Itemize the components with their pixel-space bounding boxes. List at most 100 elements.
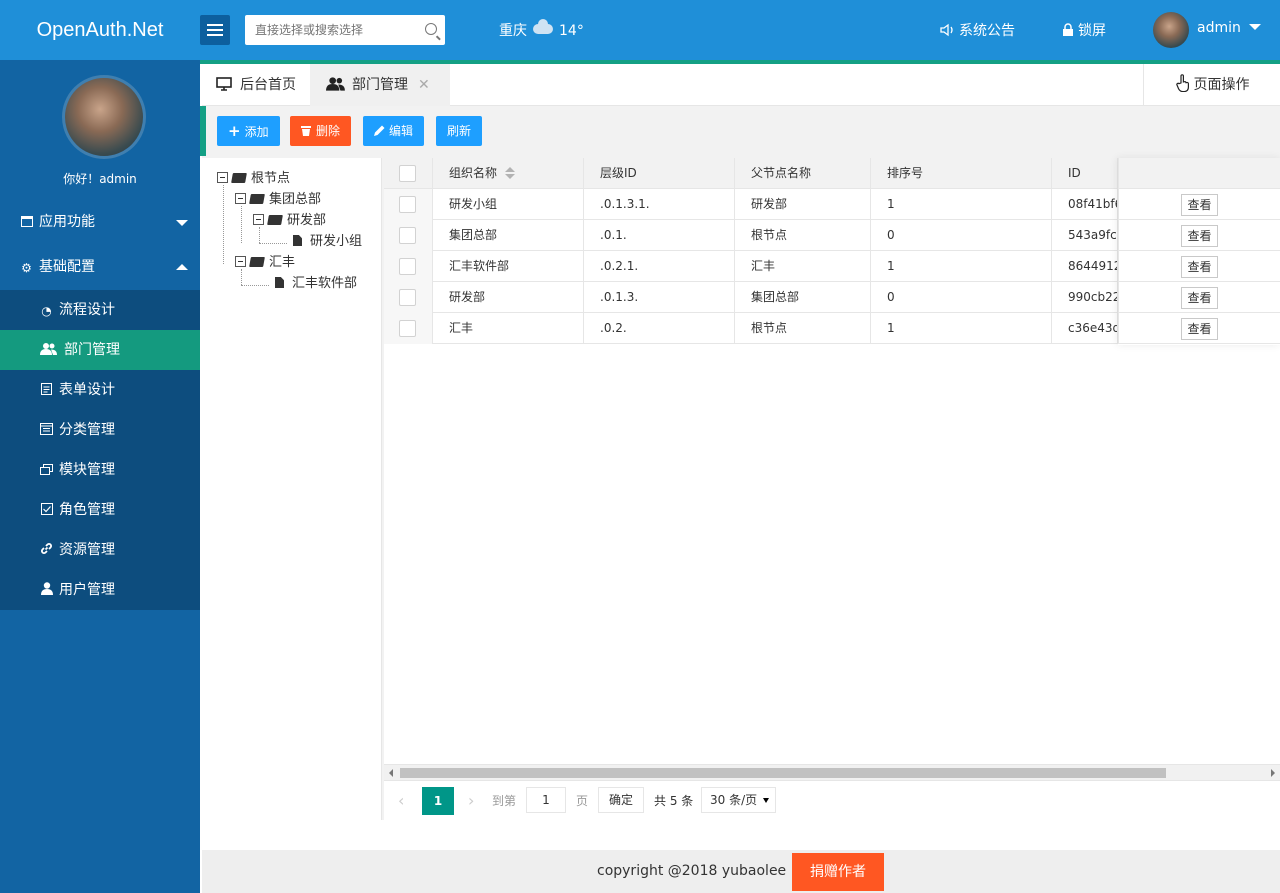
sort-icon[interactable] xyxy=(505,167,516,179)
footer: copyright @2018 yubaolee 捐赠作者 xyxy=(202,850,1280,893)
cell-id: 08f41bf6- xyxy=(1052,189,1118,220)
app-logo[interactable]: OpenAuth.Net xyxy=(0,0,200,60)
sidebar-item-label: 流程设计 xyxy=(59,302,115,318)
tree-node-group-hq[interactable]: 集团总部 xyxy=(235,190,321,210)
row-select-cell xyxy=(384,189,433,220)
cell-parent: 根节点 xyxy=(735,220,871,251)
fixed-action-column xyxy=(1118,158,1280,345)
users-icon xyxy=(326,77,345,91)
column-header-parent[interactable]: 父节点名称 xyxy=(735,158,871,189)
horizontal-scrollbar[interactable] xyxy=(384,764,1280,780)
users-icon xyxy=(40,343,58,355)
scrollbar-thumb[interactable] xyxy=(400,768,1166,778)
checkbox-icon xyxy=(40,503,53,515)
department-table: 组织名称 层级ID 父节点名称 排序号 ID 研发小组 .0.1.3.1. 研发部 1… xyxy=(384,158,1280,820)
row-checkbox[interactable] xyxy=(399,227,416,244)
cell-parent: 汇丰 xyxy=(735,251,871,282)
page-number-input[interactable]: 1 xyxy=(526,787,566,813)
column-header-label: 层级ID xyxy=(600,166,637,180)
sidebar-item-module[interactable]: 模块管理 xyxy=(0,450,200,490)
sidebar-item-user[interactable]: 用户管理 xyxy=(0,570,200,610)
row-checkbox[interactable] xyxy=(399,258,416,275)
close-icon[interactable]: ✕ xyxy=(418,77,430,93)
hamburger-line xyxy=(207,29,223,31)
search-input[interactable] xyxy=(245,15,415,45)
hamburger-icon xyxy=(207,24,223,26)
row-checkbox[interactable] xyxy=(399,320,416,337)
search-icon[interactable] xyxy=(425,23,437,35)
collapse-icon[interactable] xyxy=(217,172,228,183)
page-size-select[interactable]: 30 条/页 xyxy=(701,787,776,813)
tab-bar: 后台首页 部门管理 ✕ 页面操作 xyxy=(202,64,1280,106)
sidebar-item-department[interactable]: 部门管理 xyxy=(0,330,200,370)
edit-button[interactable]: 编辑 xyxy=(363,116,425,146)
sidebar-item-role[interactable]: 角色管理 xyxy=(0,490,200,530)
scroll-right-icon[interactable] xyxy=(1271,769,1275,777)
row-select-cell xyxy=(384,220,433,251)
page-operations-label: 页面操作 xyxy=(1193,77,1250,93)
sidebar-item-resource[interactable]: 资源管理 xyxy=(0,530,200,570)
next-page-icon[interactable]: › xyxy=(468,787,474,815)
menu-toggle-button[interactable] xyxy=(200,15,230,45)
tree-node-hsbc-software[interactable]: 汇丰软件部 xyxy=(275,274,357,294)
current-page[interactable]: 1 xyxy=(422,787,454,815)
collapse-icon[interactable] xyxy=(235,193,246,204)
tree-node-label: 集团总部 xyxy=(269,192,322,207)
tree-node-rd-team[interactable]: 研发小组 xyxy=(293,232,362,252)
sidebar-avatar xyxy=(62,75,146,159)
sidebar-group-label: 基础配置 xyxy=(39,259,95,275)
prev-page-icon[interactable]: ‹ xyxy=(398,787,404,815)
page-operations-button[interactable]: 页面操作 xyxy=(1143,64,1280,106)
column-header-id[interactable]: ID xyxy=(1052,158,1118,189)
delete-label: 删除 xyxy=(316,124,341,138)
row-select-cell xyxy=(384,282,433,313)
delete-button[interactable]: 删除 xyxy=(290,116,352,146)
weather-widget: 重庆 14° xyxy=(499,19,584,40)
cell-sort: 0 xyxy=(871,282,1052,313)
tab-home[interactable]: 后台首页 xyxy=(202,64,310,106)
chevron-down-icon xyxy=(176,220,188,226)
sidebar-submenu: ◔ 流程设计 部门管理 表单设计 分类管理 模块管理 角色管理 资源管理 用户管理 xyxy=(0,290,200,610)
column-header-sort[interactable]: 排序号 xyxy=(871,158,1052,189)
cell-parent: 集团总部 xyxy=(735,282,871,313)
cell-id: 86449128 xyxy=(1052,251,1118,282)
cell-parent: 研发部 xyxy=(735,189,871,220)
column-header-level[interactable]: 层级ID xyxy=(584,158,735,189)
tree-node-hsbc[interactable]: 汇丰 xyxy=(235,253,295,273)
form-icon xyxy=(40,383,53,395)
cell-id: 990cb229 xyxy=(1052,282,1118,313)
sidebar-item-form[interactable]: 表单设计 xyxy=(0,370,200,410)
collapse-icon[interactable] xyxy=(253,214,264,225)
tree-node-root[interactable]: 根节点 xyxy=(217,169,290,189)
tree-node-rd[interactable]: 研发部 xyxy=(253,211,326,231)
row-checkbox[interactable] xyxy=(399,289,416,306)
cell-level: .0.1. xyxy=(584,220,735,251)
refresh-button[interactable]: 刷新 xyxy=(436,116,483,146)
donate-button[interactable]: 捐赠作者 xyxy=(792,853,884,891)
user-menu[interactable]: admin xyxy=(1197,20,1261,36)
column-header-name[interactable]: 组织名称 xyxy=(433,158,584,189)
notice-button[interactable]: 系统公告 xyxy=(940,20,1015,40)
add-button[interactable]: + 添加 xyxy=(217,116,280,146)
cell-parent: 根节点 xyxy=(735,313,871,344)
folder-open-icon xyxy=(231,173,247,183)
collapse-icon[interactable] xyxy=(235,256,246,267)
tree-guide-line xyxy=(223,185,224,264)
sidebar-group-config[interactable]: ⚙ 基础配置 xyxy=(0,245,200,290)
select-all-checkbox[interactable] xyxy=(399,165,416,182)
lock-button[interactable]: 锁屏 xyxy=(1062,20,1106,40)
row-checkbox[interactable] xyxy=(399,196,416,213)
sidebar-item-category[interactable]: 分类管理 xyxy=(0,410,200,450)
goto-confirm-button[interactable]: 确定 xyxy=(598,787,644,813)
org-tree: 根节点 集团总部 研发部 研发小组 汇丰 汇丰软件部 xyxy=(202,158,382,820)
cell-sort: 0 xyxy=(871,220,1052,251)
sidebar-group-app[interactable]: 应用功能 xyxy=(0,200,200,245)
cell-level: .0.2. xyxy=(584,313,735,344)
header-avatar[interactable] xyxy=(1153,12,1189,48)
file-icon xyxy=(275,277,284,288)
plus-icon: + xyxy=(228,122,241,140)
scroll-left-icon[interactable] xyxy=(389,769,393,777)
sidebar-item-workflow[interactable]: ◔ 流程设计 xyxy=(0,290,200,330)
sidebar-user: 你好！admin xyxy=(0,60,200,200)
tab-department[interactable]: 部门管理 ✕ xyxy=(310,64,450,106)
